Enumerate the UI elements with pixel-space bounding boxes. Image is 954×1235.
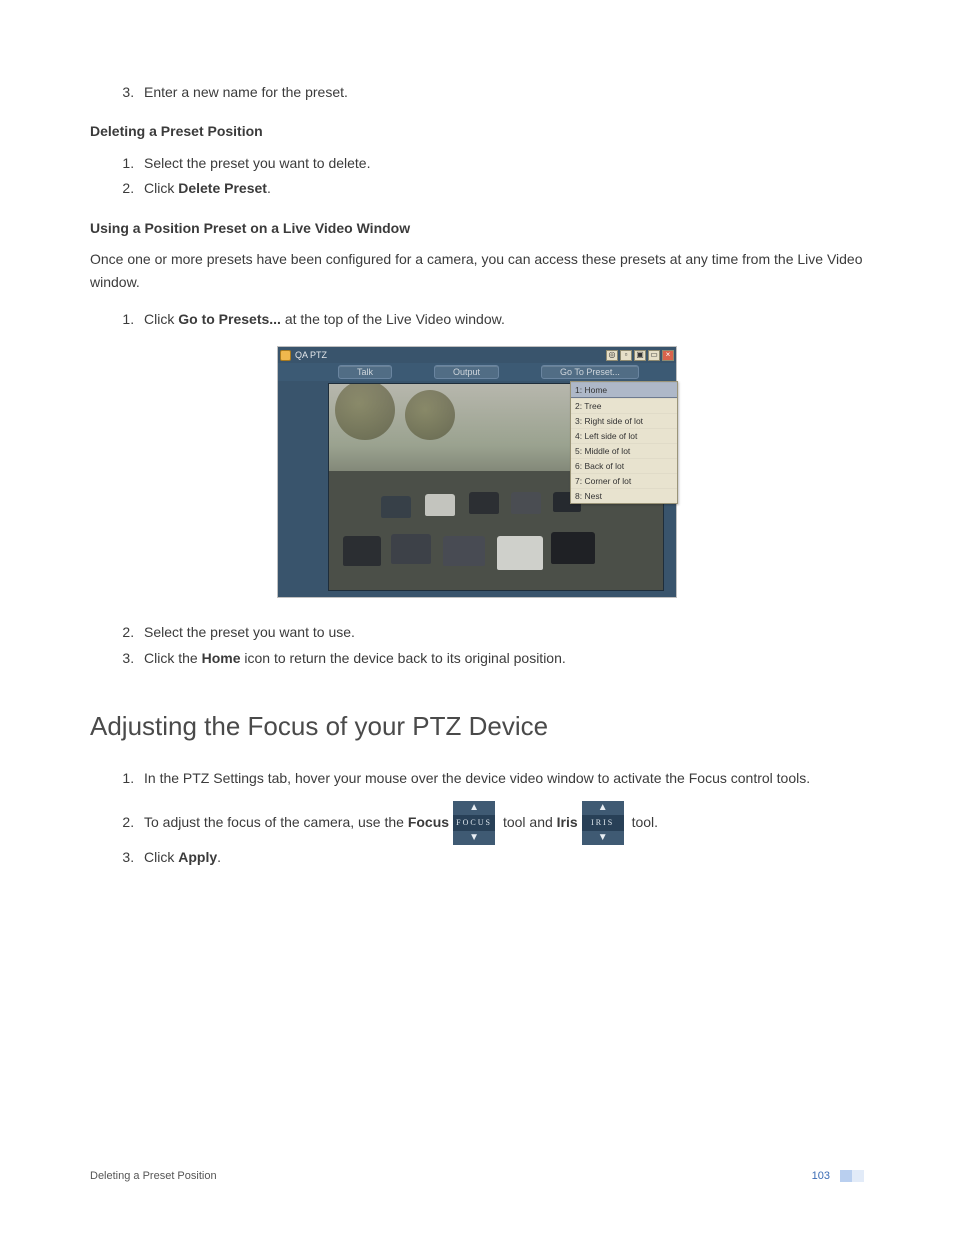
text-c: tool. xyxy=(628,814,658,830)
focus-step-1: In the PTZ Settings tab, hover your mous… xyxy=(138,766,864,791)
preset-menu: 1: Home 2: Tree 3: Right side of lot 4: … xyxy=(570,381,678,504)
heading-using-preset: Using a Position Preset on a Live Video … xyxy=(90,220,864,236)
preset-item-3[interactable]: 3: Right side of lot xyxy=(571,413,677,428)
focus-step-2: To adjust the focus of the camera, use t… xyxy=(138,801,864,845)
apply-label: Apply xyxy=(178,849,217,865)
text-b: tool and xyxy=(499,814,557,830)
live-video-window: QA PTZ ◎ ▫ ▣ ▭ × Talk Output Go To Prese… xyxy=(277,346,677,598)
focus-step-3: Click Apply. xyxy=(138,845,864,870)
text-pre: Click xyxy=(144,311,178,327)
use-step-3: Click the Home icon to return the device… xyxy=(138,646,864,671)
use-step-1: Click Go to Presets... at the top of the… xyxy=(138,307,864,332)
window-tabbar: Talk Output Go To Preset... xyxy=(278,363,676,381)
iris-chip-label: IRIS xyxy=(582,815,624,831)
preset-item-1[interactable]: 1: Home xyxy=(571,382,677,398)
window-title: QA PTZ xyxy=(295,350,606,360)
use-step-2: Select the preset you want to use. xyxy=(138,620,864,645)
delete-preset-label: Delete Preset xyxy=(178,180,267,196)
focus-tool-icon[interactable]: ▲FOCUS▼ xyxy=(453,801,495,845)
rename-step-3: Enter a new name for the preset. xyxy=(138,80,864,105)
text-post: . xyxy=(267,180,271,196)
delete-step-2: Click Delete Preset. xyxy=(138,176,864,201)
text-pre: Click xyxy=(144,849,178,865)
preset-item-5[interactable]: 5: Middle of lot xyxy=(571,443,677,458)
preset-item-4[interactable]: 4: Left side of lot xyxy=(571,428,677,443)
arrow-down-icon: ▼ xyxy=(453,831,495,845)
iris-tool-label: Iris xyxy=(557,814,578,830)
arrow-up-icon: ▲ xyxy=(582,801,624,815)
preset-item-8[interactable]: 8: Nest xyxy=(571,488,677,503)
arrow-down-icon: ▼ xyxy=(582,831,624,845)
footer-logo-icon xyxy=(840,1170,864,1182)
heading-adjusting-focus: Adjusting the Focus of your PTZ Device xyxy=(90,711,864,742)
preset-item-2[interactable]: 2: Tree xyxy=(571,398,677,413)
using-preset-intro: Once one or more presets have been confi… xyxy=(90,248,864,296)
focus-chip-label: FOCUS xyxy=(453,815,495,831)
video-body: 1: Home 2: Tree 3: Right side of lot 4: … xyxy=(278,381,676,597)
window-close-button[interactable]: × xyxy=(662,350,674,361)
arrow-up-icon: ▲ xyxy=(453,801,495,815)
window-titlebar: QA PTZ ◎ ▫ ▣ ▭ × xyxy=(278,347,676,363)
text-a: To adjust the focus of the camera, use t… xyxy=(144,814,408,830)
window-minimize-button[interactable]: ▫ xyxy=(620,350,632,361)
footer-section-title: Deleting a Preset Position xyxy=(90,1170,217,1182)
text-post: . xyxy=(217,849,221,865)
preset-item-6[interactable]: 6: Back of lot xyxy=(571,458,677,473)
window-extra-button[interactable]: ◎ xyxy=(606,350,618,361)
home-icon-label: Home xyxy=(202,650,241,666)
page-number: 103 xyxy=(812,1170,830,1182)
text: Select the preset you want to delete. xyxy=(144,155,370,171)
heading-deleting-preset: Deleting a Preset Position xyxy=(90,123,864,139)
tab-output[interactable]: Output xyxy=(434,365,499,379)
text-post: icon to return the device back to its or… xyxy=(240,650,565,666)
delete-step-1: Select the preset you want to delete. xyxy=(138,151,864,176)
focus-tool-label: Focus xyxy=(408,814,449,830)
preset-item-7[interactable]: 7: Corner of lot xyxy=(571,473,677,488)
tab-talk[interactable]: Talk xyxy=(338,365,392,379)
iris-tool-icon[interactable]: ▲IRIS▼ xyxy=(582,801,624,845)
page-footer: Deleting a Preset Position 103 xyxy=(0,1170,954,1222)
window-icon xyxy=(280,350,291,361)
text: Select the preset you want to use. xyxy=(144,624,355,640)
text: Enter a new name for the preset. xyxy=(144,84,348,100)
text-pre: Click the xyxy=(144,650,202,666)
goto-presets-label: Go to Presets... xyxy=(178,311,281,327)
window-maximize-button[interactable]: ▭ xyxy=(648,350,660,361)
window-restore-button[interactable]: ▣ xyxy=(634,350,646,361)
text-pre: Click xyxy=(144,180,178,196)
text: In the PTZ Settings tab, hover your mous… xyxy=(144,770,810,786)
text-post: at the top of the Live Video window. xyxy=(281,311,505,327)
tab-goto-preset[interactable]: Go To Preset... xyxy=(541,365,639,379)
